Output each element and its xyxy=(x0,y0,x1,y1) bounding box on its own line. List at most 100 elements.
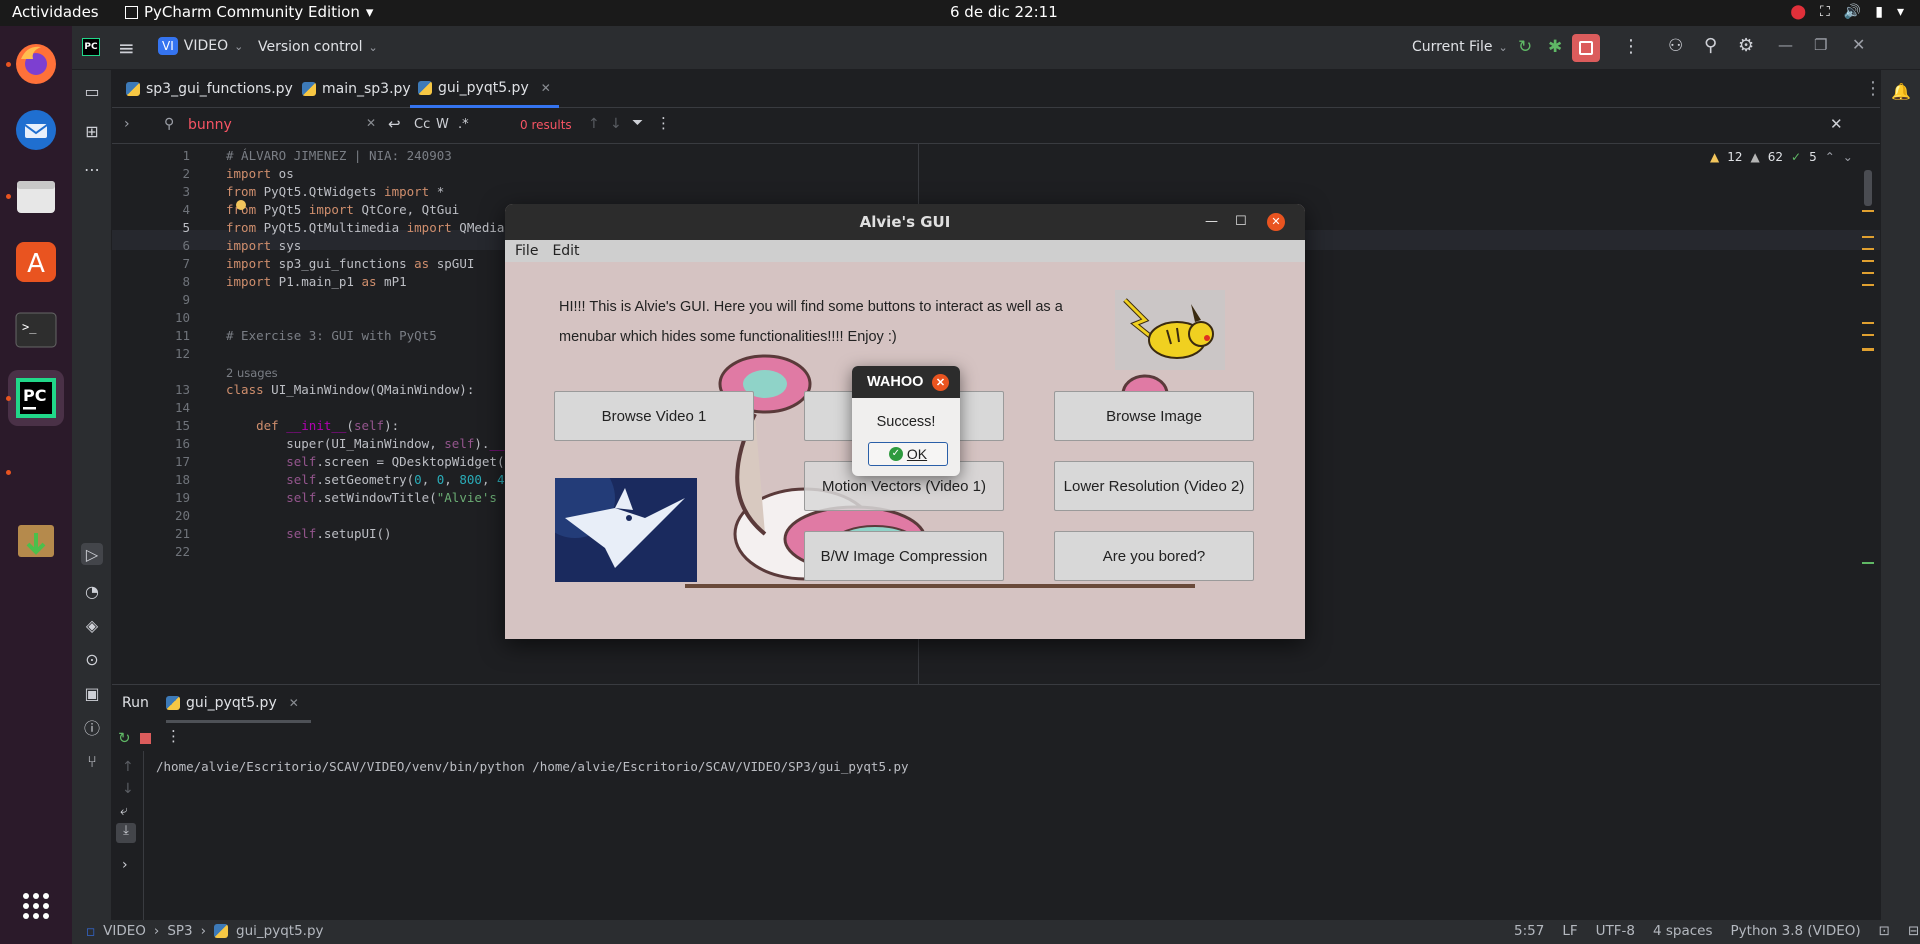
gui-title-bar[interactable]: Alvie's GUI — ☐ ✕ xyxy=(505,204,1305,240)
thunderbird-launcher[interactable] xyxy=(8,102,64,158)
line-number[interactable]: 19 xyxy=(112,490,190,505)
line-number[interactable]: 17 xyxy=(112,454,190,469)
scroll-up-icon[interactable]: ↑ xyxy=(122,759,134,775)
line-number[interactable]: 5 xyxy=(112,220,190,235)
line-number[interactable]: 21 xyxy=(112,526,190,541)
app-menu[interactable]: PyCharm Community Edition ▾ xyxy=(125,3,373,21)
vcs-widget[interactable]: Version control ⌄ xyxy=(258,39,378,55)
find-input[interactable] xyxy=(188,114,358,136)
pycharm-launcher[interactable]: PC xyxy=(8,370,64,426)
python-packages-icon[interactable]: ◈ xyxy=(81,614,103,636)
breadcrumb-item[interactable]: gui_pyqt5.py xyxy=(236,923,324,939)
lower-resolution-button[interactable]: Lower Resolution (Video 2) xyxy=(1054,461,1254,511)
minimize-icon[interactable]: — xyxy=(1205,204,1218,240)
lock-icon[interactable]: ⊡ xyxy=(1879,923,1890,939)
new-line-icon[interactable]: ↩ xyxy=(388,115,401,133)
expand-replace-icon[interactable]: › xyxy=(124,116,130,132)
close-icon[interactable]: ✕ xyxy=(1267,213,1285,231)
archive-launcher[interactable] xyxy=(8,512,64,568)
soft-wrap-icon[interactable]: ⤶ xyxy=(120,803,128,819)
search-everywhere-icon[interactable]: ⚲ xyxy=(1704,35,1717,56)
search-history-icon[interactable]: ⚲ xyxy=(164,116,174,132)
more-vertical-icon[interactable]: ⋮ xyxy=(1622,36,1640,57)
tab-actions-more-icon[interactable]: ⋮ xyxy=(1864,78,1882,99)
rerun-icon[interactable]: ↻ xyxy=(1518,37,1532,57)
scroll-down-icon[interactable]: ↓ xyxy=(122,781,134,797)
line-number[interactable]: 12 xyxy=(112,346,190,361)
chevron-down-icon[interactable]: ⌄ xyxy=(1843,150,1853,164)
browse-image-button[interactable]: Browse Image xyxy=(1054,391,1254,441)
python-console-icon[interactable]: ◔ xyxy=(81,580,103,602)
stop-button[interactable] xyxy=(1572,34,1600,62)
next-occurrence-icon[interactable]: ↓ xyxy=(610,116,622,132)
line-number[interactable]: 20 xyxy=(112,508,190,523)
problems-icon[interactable]: ⓘ xyxy=(81,716,103,738)
menu-file[interactable]: File xyxy=(515,243,538,259)
python-interpreter[interactable]: Python 3.8 (VIDEO) xyxy=(1731,923,1861,939)
terminal-launcher[interactable]: >_ xyxy=(8,302,64,358)
line-number[interactable]: 8 xyxy=(112,274,190,289)
error-stripe-marker[interactable] xyxy=(1862,236,1874,238)
maximize-icon[interactable]: ☐ xyxy=(1235,204,1247,240)
terminal-tool-icon[interactable]: ▣ xyxy=(81,682,103,704)
chevron-up-icon[interactable]: ⌃ xyxy=(1825,150,1835,164)
console-output[interactable]: /home/alvie/Escritorio/SCAV/VIDEO/venv/b… xyxy=(156,759,909,774)
hamburger-menu-icon[interactable]: ≡ xyxy=(118,36,135,60)
line-number[interactable]: 10 xyxy=(112,310,190,325)
line-separator[interactable]: LF xyxy=(1562,923,1577,939)
project-folder-icon[interactable]: ▭ xyxy=(81,80,103,102)
error-stripe-marker[interactable] xyxy=(1862,272,1874,274)
line-number[interactable]: 2 xyxy=(112,166,190,181)
ok-button[interactable]: ✓ OK xyxy=(868,442,948,466)
files-launcher[interactable] xyxy=(8,168,64,224)
error-stripe-marker[interactable] xyxy=(1862,322,1874,324)
firefox-launcher[interactable] xyxy=(8,36,64,92)
line-number[interactable]: 14 xyxy=(112,400,190,415)
intention-bulb-icon[interactable] xyxy=(236,200,246,210)
system-tray[interactable]: ⬤ ⛶ 🔊 ▮ ▾ xyxy=(1790,4,1904,20)
line-number[interactable]: 9 xyxy=(112,292,190,307)
editor-scrollbar-thumb[interactable] xyxy=(1864,170,1872,206)
scroll-to-end-icon[interactable]: ⤓ xyxy=(116,823,136,843)
project-widget[interactable]: VI VIDEO ⌄ xyxy=(158,37,243,55)
expand-icon[interactable]: › xyxy=(122,857,128,873)
error-stripe-marker[interactable] xyxy=(1862,210,1874,212)
error-stripe-marker[interactable] xyxy=(1862,284,1874,286)
close-dialog-icon[interactable]: ✕ xyxy=(932,374,949,391)
more-tools-icon[interactable]: ⋯ xyxy=(81,158,103,180)
git-icon[interactable]: ⑂ xyxy=(81,750,103,772)
regex-toggle[interactable]: .* xyxy=(458,117,469,132)
error-stripe-marker[interactable] xyxy=(1862,248,1874,250)
line-number[interactable]: 1 xyxy=(112,148,190,163)
services-icon[interactable]: ⊙ xyxy=(81,648,103,670)
tab-sp3-gui-functions[interactable]: sp3_gui_functions.py xyxy=(126,70,293,108)
dialog-title-bar[interactable]: WAHOO ✕ xyxy=(852,366,960,398)
tab-main-sp3[interactable]: main_sp3.py xyxy=(302,70,411,108)
close-window-icon[interactable]: ✕ xyxy=(1852,35,1865,54)
line-number[interactable]: 13 xyxy=(112,382,190,397)
indent-setting[interactable]: 4 spaces xyxy=(1653,923,1713,939)
line-number[interactable]: 18 xyxy=(112,472,190,487)
breadcrumb[interactable]: ◻ VIDEO › SP3 › gui_pyqt5.py xyxy=(86,923,324,939)
match-case-toggle[interactable]: Cc xyxy=(414,117,430,132)
close-find-bar-icon[interactable]: ✕ xyxy=(1830,115,1843,133)
line-number[interactable]: 4 xyxy=(112,202,190,217)
line-number[interactable]: 11 xyxy=(112,328,190,343)
previous-occurrence-icon[interactable]: ↑ xyxy=(588,116,600,132)
tab-gui-pyqt5[interactable]: gui_pyqt5.py ✕ xyxy=(410,70,559,108)
file-encoding[interactable]: UTF-8 xyxy=(1596,923,1635,939)
change-stripe-marker[interactable] xyxy=(1862,562,1874,564)
line-number[interactable]: 7 xyxy=(112,256,190,271)
bw-compression-button[interactable]: B/W Image Compression xyxy=(804,531,1004,581)
browse-video1-button[interactable]: Browse Video 1 xyxy=(554,391,754,441)
debug-bug-icon[interactable]: ✱ xyxy=(1548,37,1562,57)
error-stripe-marker[interactable] xyxy=(1862,334,1874,336)
breadcrumb-item[interactable]: VIDEO xyxy=(103,923,146,939)
structure-icon[interactable]: ⊞ xyxy=(81,120,103,142)
show-apps-button[interactable] xyxy=(8,878,64,934)
breadcrumb-item[interactable]: SP3 xyxy=(167,923,192,939)
clear-search-icon[interactable]: ✕ xyxy=(366,116,376,130)
are-you-bored-button[interactable]: Are you bored? xyxy=(1054,531,1254,581)
activities-button[interactable]: Actividades xyxy=(12,3,99,21)
usages-hint[interactable]: 2 usages xyxy=(226,366,278,380)
